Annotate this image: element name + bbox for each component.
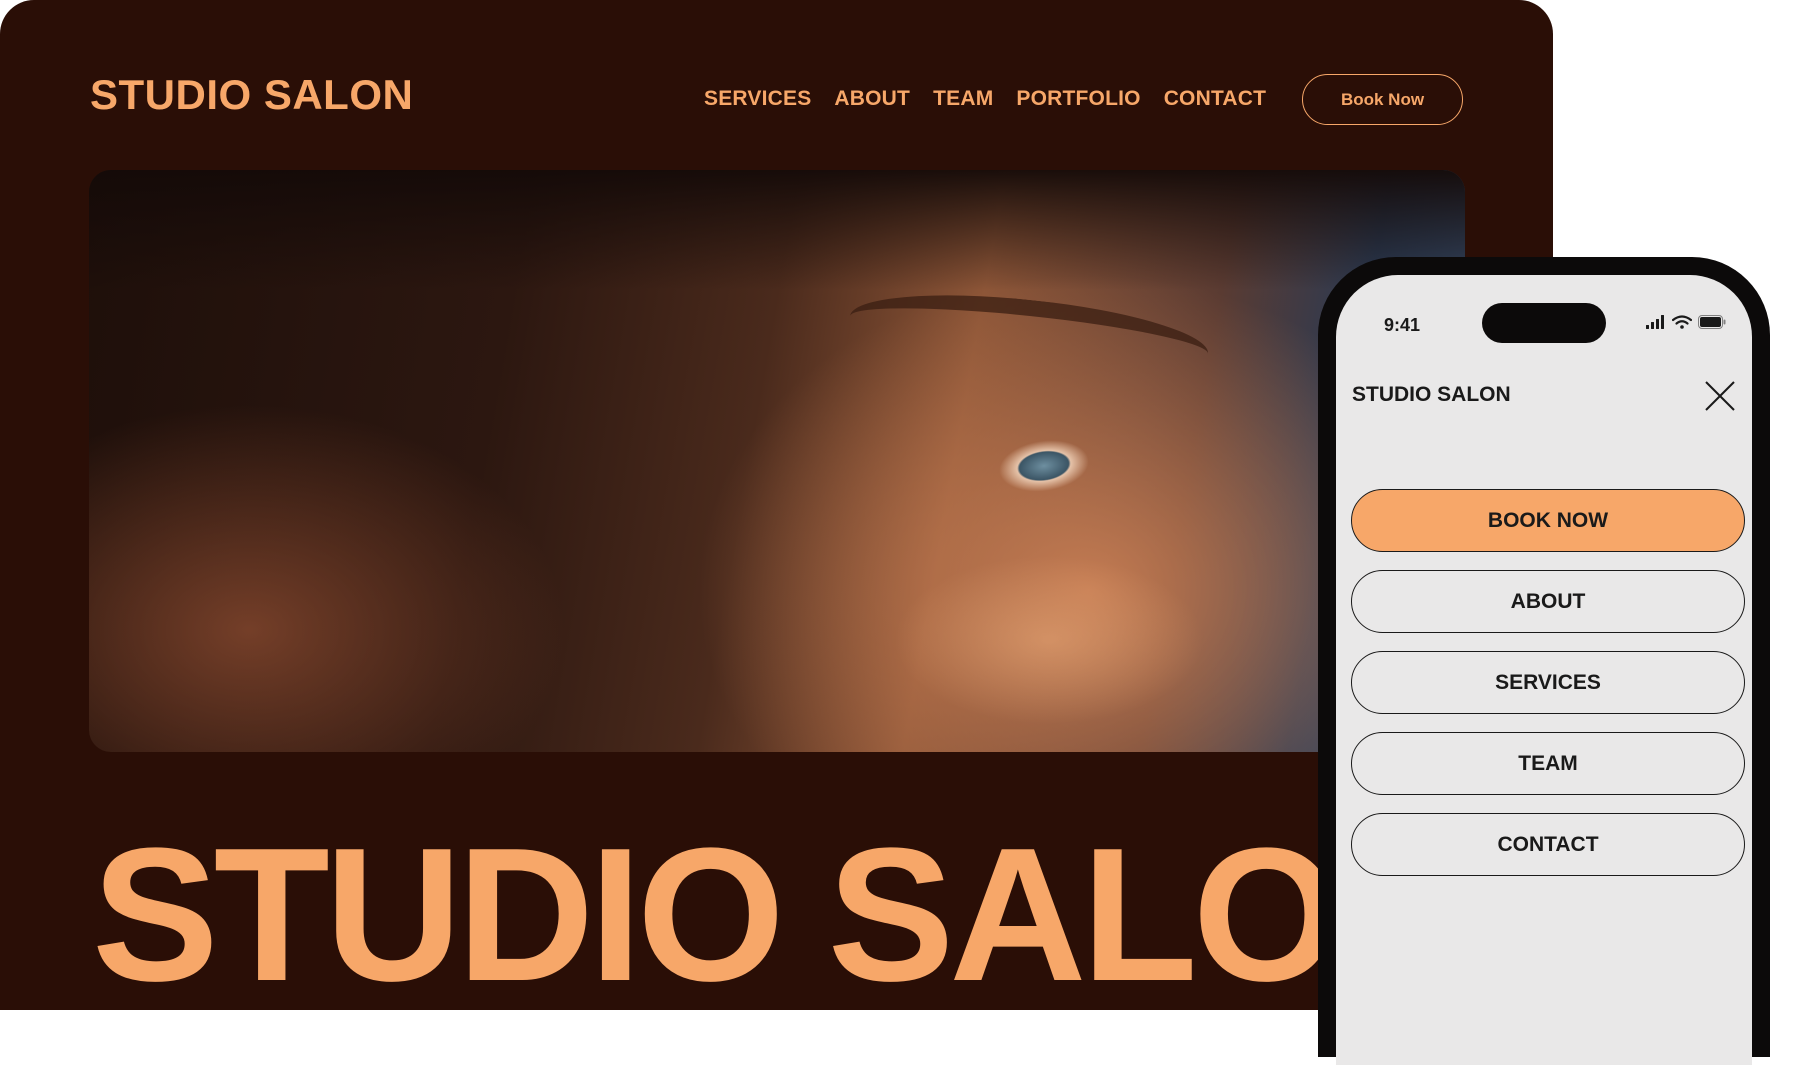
hero-eyebrow	[846, 281, 1212, 389]
phone-menu-services[interactable]: SERVICES	[1351, 651, 1745, 714]
signal-icon	[1646, 315, 1664, 329]
phone-mockup: 9:41 STUDIO SALON BOOK NOW ABOUT SERVICE…	[1318, 257, 1770, 1065]
book-now-button[interactable]: Book Now	[1302, 74, 1463, 125]
dynamic-island	[1482, 303, 1606, 343]
close-icon[interactable]	[1702, 378, 1738, 414]
nav-item-contact[interactable]: CONTACT	[1164, 88, 1267, 109]
hero-image	[89, 170, 1465, 752]
nav-item-team[interactable]: TEAM	[933, 88, 993, 109]
hero-hair-shade	[89, 170, 1465, 290]
nav-item-portfolio[interactable]: PORTFOLIO	[1016, 88, 1140, 109]
phone-menu-contact[interactable]: CONTACT	[1351, 813, 1745, 876]
phone-menu-team[interactable]: TEAM	[1351, 732, 1745, 795]
phone-screen: 9:41 STUDIO SALON BOOK NOW ABOUT SERVICE…	[1336, 275, 1752, 1065]
nav-item-services[interactable]: SERVICES	[704, 88, 811, 109]
phone-book-now-button[interactable]: BOOK NOW	[1351, 489, 1745, 552]
phone-menu-about[interactable]: ABOUT	[1351, 570, 1745, 633]
nav-item-about[interactable]: ABOUT	[834, 88, 910, 109]
status-time: 9:41	[1384, 315, 1421, 335]
wifi-icon	[1672, 315, 1692, 329]
site-logo[interactable]: STUDIO SALON	[90, 74, 413, 116]
status-icons	[1646, 315, 1726, 329]
hero-big-title: STUDIO SALO	[92, 809, 1340, 1010]
phone-logo[interactable]: STUDIO SALON	[1352, 383, 1511, 407]
battery-icon	[1698, 315, 1726, 329]
main-nav: SERVICES ABOUT TEAM PORTFOLIO CONTACT	[704, 88, 1289, 109]
hero-eye	[955, 428, 1103, 506]
phone-menu: BOOK NOW ABOUT SERVICES TEAM CONTACT	[1351, 489, 1745, 894]
